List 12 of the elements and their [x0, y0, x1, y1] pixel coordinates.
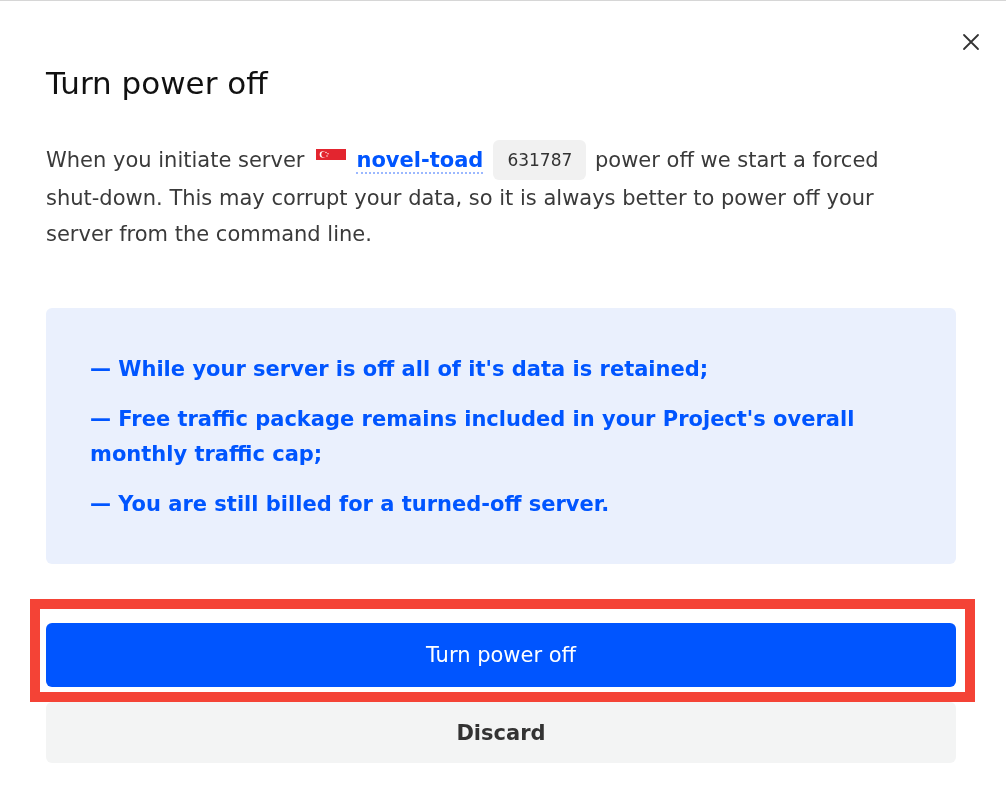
dialog-title: Turn power off [46, 64, 270, 103]
close-icon [962, 33, 980, 51]
discard-button[interactable]: Discard [46, 702, 956, 763]
info-note: — While your server is off all of it's data is retained; [90, 356, 710, 383]
turn-off-button[interactable]: Turn power off [46, 623, 956, 687]
flag-icon [316, 149, 347, 160]
server-link[interactable]: novel-toad [356, 148, 484, 174]
info-note: — Free traffic package remains included in your Project's overall monthly traffic cap; [90, 406, 856, 468]
close-button[interactable] [960, 31, 982, 53]
message-text: When you initiate server novel-toad 631787 power off we start a forced shut-down. This may corrupt your data, so it is always better to power off your server from the command line. [46, 140, 921, 252]
info-note: — You are still billed for a turned-off server. [90, 491, 611, 518]
server-id-badge: 631787 [493, 140, 587, 180]
